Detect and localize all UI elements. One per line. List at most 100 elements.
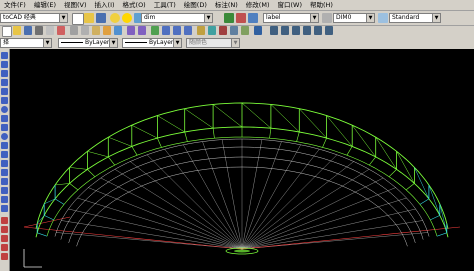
hatch-icon[interactable] xyxy=(1,169,8,176)
line-icon[interactable] xyxy=(1,52,8,59)
pan-icon[interactable] xyxy=(151,26,159,35)
truss-strut xyxy=(346,146,353,156)
menu-format[interactable]: 格式(O) xyxy=(119,0,150,10)
copy-object-icon[interactable] xyxy=(1,226,8,233)
table-style-select[interactable]: Standard ▼ xyxy=(389,13,441,23)
dim-radius-icon[interactable] xyxy=(292,26,300,35)
region-icon[interactable] xyxy=(1,187,8,194)
array-icon[interactable] xyxy=(1,253,8,260)
redo-icon[interactable] xyxy=(138,26,146,35)
gradient-icon[interactable] xyxy=(1,178,8,185)
publish-icon[interactable] xyxy=(57,26,65,35)
menu-view[interactable]: 视图(V) xyxy=(60,0,91,10)
menu-edit[interactable]: 编辑(E) xyxy=(30,0,60,10)
radial-guide-line xyxy=(241,139,263,250)
chevron-down-icon: ▼ xyxy=(432,14,440,22)
red-guide-line xyxy=(241,226,461,250)
revision-cloud-icon[interactable] xyxy=(1,115,8,122)
menu-modify[interactable]: 修改(M) xyxy=(242,0,274,10)
dim-style-icon[interactable] xyxy=(322,13,332,23)
offset-icon[interactable] xyxy=(1,244,8,251)
color-control[interactable]: 择 ▼ xyxy=(0,38,52,48)
linetype-control[interactable]: ByLayer ▼ xyxy=(58,38,118,48)
match-properties-icon[interactable] xyxy=(103,26,111,35)
spline-icon[interactable] xyxy=(1,124,8,131)
dim-continue-icon[interactable] xyxy=(325,26,333,35)
undo-icon[interactable] xyxy=(127,26,135,35)
lightbulb-icon[interactable] xyxy=(110,13,120,23)
drawing-viewport[interactable] xyxy=(10,49,474,271)
new-file-icon[interactable] xyxy=(72,13,84,25)
truss-diagonal xyxy=(375,137,397,170)
paste-icon[interactable] xyxy=(92,26,100,35)
dim-style-select[interactable]: DIM0 ▼ xyxy=(333,13,375,23)
print-preview-icon[interactable] xyxy=(46,26,54,35)
plotstyle-control[interactable]: 随颜色 ▼ xyxy=(186,38,240,48)
truss-diagonal xyxy=(69,167,88,170)
layer-properties-icon[interactable] xyxy=(224,13,234,23)
erase-icon[interactable] xyxy=(1,217,8,224)
circle-icon[interactable] xyxy=(1,106,8,113)
radial-guide-line xyxy=(241,161,354,250)
arc-icon[interactable] xyxy=(1,97,8,104)
dim-angular-icon[interactable] xyxy=(303,26,311,35)
truss-diagonal xyxy=(184,108,214,129)
layer-match-icon[interactable] xyxy=(248,13,258,23)
dim-aligned-icon[interactable] xyxy=(281,26,289,35)
multiline-text-icon[interactable] xyxy=(1,205,8,212)
ellipse-icon[interactable] xyxy=(1,133,8,140)
save-icon[interactable] xyxy=(24,26,32,35)
block-editor-icon[interactable] xyxy=(114,26,122,35)
properties-icon[interactable] xyxy=(197,26,205,35)
help-icon[interactable] xyxy=(254,26,262,35)
truss-strut xyxy=(184,131,188,142)
menu-tools[interactable]: 工具(T) xyxy=(150,0,180,10)
dim-baseline-icon[interactable] xyxy=(314,26,322,35)
menu-file[interactable]: 文件(F) xyxy=(0,0,30,10)
truss-diagonal xyxy=(396,151,415,184)
table-icon[interactable] xyxy=(1,196,8,203)
save-icon[interactable] xyxy=(96,13,106,23)
menu-window[interactable]: 窗口(W) xyxy=(273,0,306,10)
point-icon[interactable] xyxy=(1,160,8,167)
menu-help[interactable]: 帮助(H) xyxy=(306,0,337,10)
radial-guide-line xyxy=(241,208,416,250)
lineweight-control[interactable]: ByLayer ▼ xyxy=(122,38,182,48)
radial-guide-line xyxy=(77,197,243,250)
new-icon[interactable] xyxy=(2,26,12,37)
polygon-icon[interactable] xyxy=(1,79,8,86)
rectangle-icon[interactable] xyxy=(1,88,8,95)
mirror-icon[interactable] xyxy=(1,235,8,242)
copy-icon[interactable] xyxy=(81,26,89,35)
zoom-realtime-icon[interactable] xyxy=(162,26,170,35)
make-block-icon[interactable] xyxy=(1,151,8,158)
print-icon[interactable] xyxy=(35,26,43,35)
design-center-icon[interactable] xyxy=(208,26,216,35)
table-style-icon[interactable] xyxy=(378,13,388,23)
truss-strut xyxy=(369,156,376,166)
zoom-window-icon[interactable] xyxy=(173,26,181,35)
zoom-previous-icon[interactable] xyxy=(184,26,192,35)
layer-select[interactable]: dim ▼ xyxy=(141,13,213,23)
sun-icon[interactable] xyxy=(122,13,132,23)
menu-insert[interactable]: 插入(I) xyxy=(91,0,119,10)
truss-strut xyxy=(87,169,96,177)
dim-linear-icon[interactable] xyxy=(270,26,278,35)
menu-dimension[interactable]: 标注(N) xyxy=(211,0,242,10)
cut-icon[interactable] xyxy=(70,26,78,35)
insert-block-icon[interactable] xyxy=(1,142,8,149)
workspace-value: toCAD 经典 xyxy=(3,14,36,21)
open-icon[interactable] xyxy=(13,26,21,35)
text-style-select[interactable]: label ▼ xyxy=(263,13,319,23)
menu-draw[interactable]: 绘图(D) xyxy=(180,0,211,10)
tool-palettes-icon[interactable] xyxy=(219,26,227,35)
sheet-set-icon[interactable] xyxy=(230,26,238,35)
polyline-icon[interactable] xyxy=(1,70,8,77)
open-folder-icon[interactable] xyxy=(84,13,94,23)
markup-icon[interactable] xyxy=(241,26,249,35)
workspace-select[interactable]: toCAD 经典 ▼ xyxy=(0,13,68,23)
construction-line-icon[interactable] xyxy=(1,61,8,68)
linetype-sample xyxy=(61,42,83,43)
layer-previous-icon[interactable] xyxy=(236,13,246,23)
truss-diagonal xyxy=(55,183,70,186)
